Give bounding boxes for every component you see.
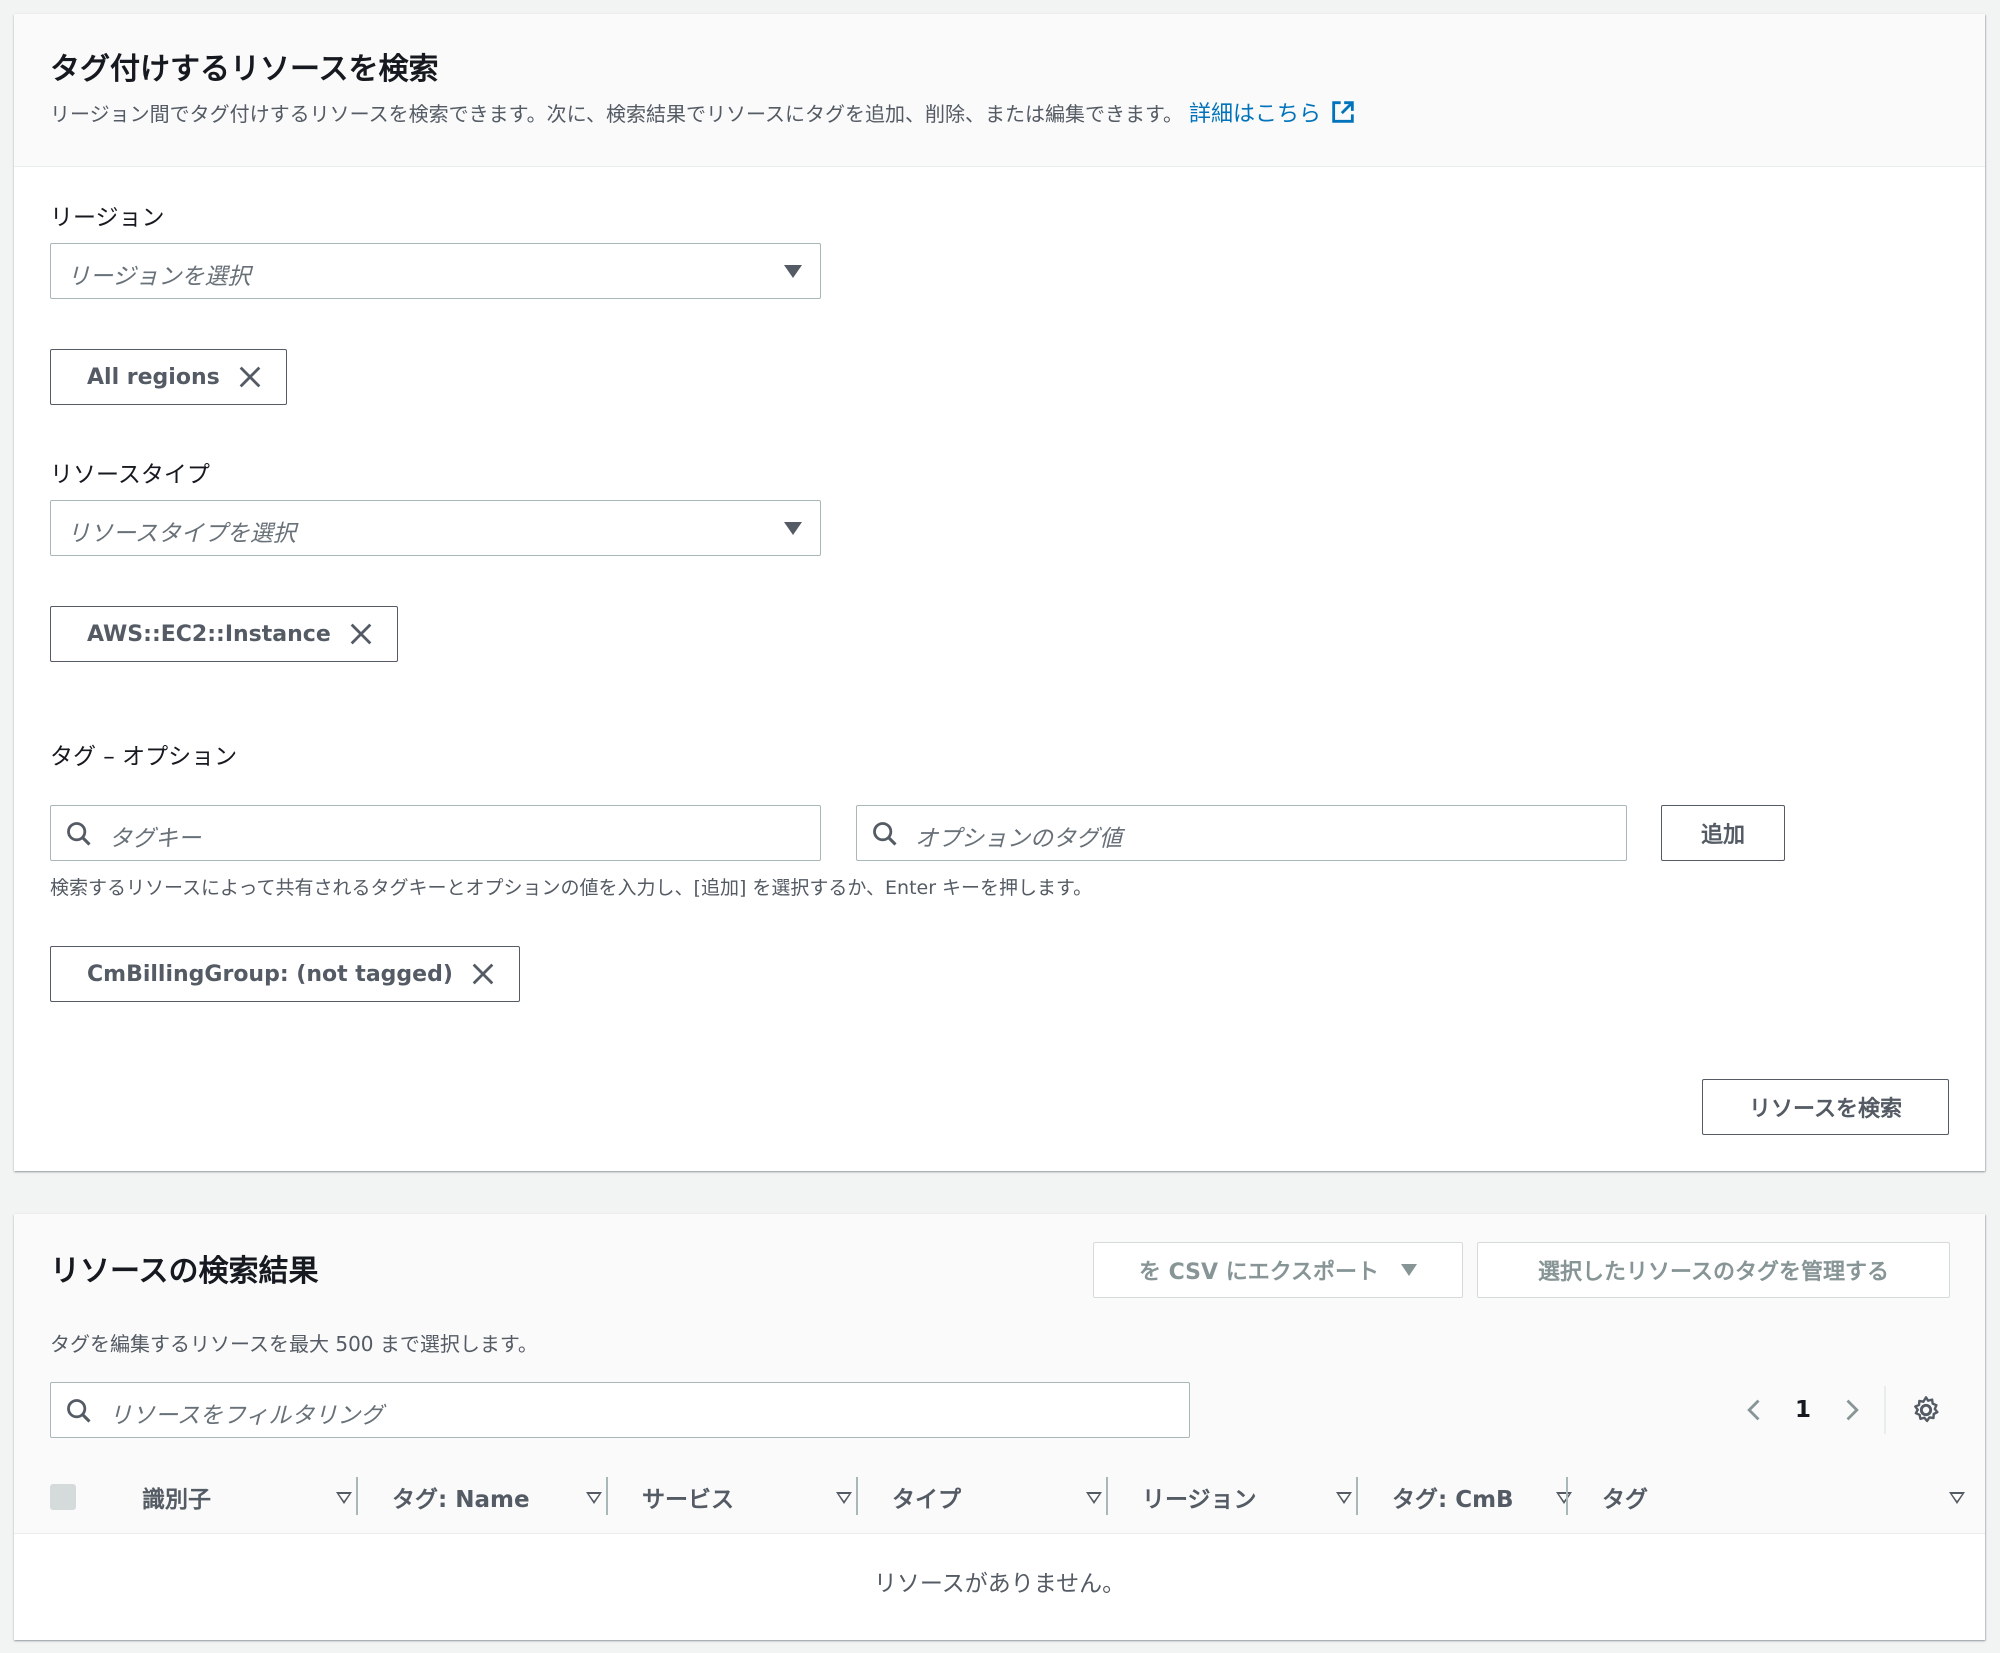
column-header-region[interactable]: リージョン <box>1142 1461 1366 1533</box>
caret-down-icon <box>1401 1264 1418 1276</box>
chevron-left-icon[interactable] <box>1741 1396 1769 1424</box>
column-header-type[interactable]: タイプ <box>892 1461 1116 1533</box>
results-panel-header: リソースの検索結果 を CSV にエクスポート 選択したリソースのタグを管理する… <box>14 1214 1985 1534</box>
column-label: タグ <box>1602 1487 1648 1513</box>
column-label: リージョン <box>1142 1487 1257 1513</box>
sort-icon <box>1949 1492 1965 1504</box>
search-icon <box>67 822 91 846</box>
column-label: サービス <box>642 1487 734 1513</box>
pagination: 1 <box>1741 1386 1865 1434</box>
close-icon[interactable] <box>236 363 264 391</box>
export-csv-button[interactable]: を CSV にエクスポート <box>1093 1242 1463 1298</box>
chevron-right-icon[interactable] <box>1837 1396 1865 1424</box>
column-header-service[interactable]: サービス <box>642 1461 866 1533</box>
manage-tags-button[interactable]: 選択したリソースのタグを管理する <box>1477 1242 1950 1298</box>
region-label: リージョン <box>50 205 165 231</box>
resource-type-select[interactable]: リソースタイプを選択 <box>50 500 821 556</box>
close-icon[interactable] <box>469 960 497 988</box>
results-table-header: 識別子 タグ: Name サービス タイプ リージョン タグ: CmB タグ <box>14 1461 1985 1533</box>
tag-token: CmBillingGroup: (not tagged) <box>50 946 520 1002</box>
gear-icon[interactable] <box>1910 1394 1942 1426</box>
search-panel-description: リージョン間でタグ付けするリソースを検索できます。次に、検索結果でリソースにタグ… <box>50 101 1183 126</box>
sort-icon <box>1086 1492 1102 1504</box>
search-panel-header: タグ付けするリソースを検索 リージョン間でタグ付けするリソースを検索できます。次… <box>14 14 1985 167</box>
column-divider <box>606 1477 608 1515</box>
select-all-checkbox[interactable] <box>50 1484 76 1510</box>
results-description: タグを編集するリソースを最大 500 まで選択します。 <box>50 1332 538 1356</box>
tag-token-label: CmBillingGroup: (not tagged) <box>87 961 453 987</box>
column-label: タグ: CmB <box>1392 1487 1514 1513</box>
pagination-divider <box>1884 1386 1886 1434</box>
tag-value-placeholder: オプションのタグ値 <box>915 826 1122 852</box>
tags-hint: 検索するリソースによって共有されるタグキーとオプションの値を入力し、[追加] を… <box>50 877 1093 899</box>
close-icon[interactable] <box>347 620 375 648</box>
resource-type-select-placeholder: リソースタイプを選択 <box>67 521 296 547</box>
empty-state-message: リソースがありません。 <box>873 1571 1126 1597</box>
column-label: タイプ <box>892 1487 961 1513</box>
add-tag-button[interactable]: 追加 <box>1661 805 1785 861</box>
tags-label: タグ – オプション <box>50 744 238 770</box>
caret-down-icon <box>784 265 802 278</box>
resource-type-token-label: AWS::EC2::Instance <box>87 621 331 647</box>
page-title: タグ付けするリソースを検索 <box>50 52 439 87</box>
search-panel-description-row: リージョン間でタグ付けするリソースを検索できます。次に、検索結果でリソースにタグ… <box>50 96 1357 128</box>
external-link-icon <box>1332 101 1354 123</box>
column-header-identifier[interactable]: 識別子 <box>142 1461 366 1533</box>
search-icon <box>873 822 897 846</box>
search-resources-button[interactable]: リソースを検索 <box>1702 1079 1949 1135</box>
caret-down-icon <box>784 522 802 535</box>
export-csv-label: を CSV にエクスポート <box>1138 1260 1380 1285</box>
tag-value-input[interactable]: オプションのタグ値 <box>856 805 1627 861</box>
region-select-placeholder: リージョンを選択 <box>67 264 251 290</box>
resource-filter-placeholder: リソースをフィルタリング <box>109 1403 384 1429</box>
column-divider <box>1356 1477 1358 1515</box>
learn-more-label: 詳細はこちら <box>1189 102 1322 127</box>
tag-key-placeholder: タグキー <box>109 826 201 852</box>
resource-type-label: リソースタイプ <box>50 462 210 488</box>
column-divider <box>1566 1477 1568 1515</box>
search-results-panel: リソースの検索結果 を CSV にエクスポート 選択したリソースのタグを管理する… <box>14 1214 1985 1640</box>
sort-icon <box>586 1492 602 1504</box>
tag-key-input[interactable]: タグキー <box>50 805 821 861</box>
column-divider <box>856 1477 858 1515</box>
column-header-tag[interactable]: タグ <box>1602 1461 1985 1533</box>
column-header-tag-name[interactable]: タグ: Name <box>392 1461 616 1533</box>
resource-filter-input[interactable]: リソースをフィルタリング <box>50 1382 1190 1438</box>
results-title: リソースの検索結果 <box>50 1254 319 1289</box>
learn-more-link[interactable]: 詳細はこちら <box>1189 96 1357 128</box>
column-label: 識別子 <box>142 1487 211 1513</box>
region-token-label: All regions <box>87 364 220 390</box>
search-icon <box>67 1399 91 1423</box>
current-page[interactable]: 1 <box>1795 1397 1811 1423</box>
region-select[interactable]: リージョンを選択 <box>50 243 821 299</box>
sort-icon <box>836 1492 852 1504</box>
sort-icon <box>1336 1492 1352 1504</box>
region-token: All regions <box>50 349 287 405</box>
search-resources-panel: タグ付けするリソースを検索 リージョン間でタグ付けするリソースを検索できます。次… <box>14 14 1985 1171</box>
sort-icon <box>336 1492 352 1504</box>
column-header-tag-cmb[interactable]: タグ: CmB <box>1392 1461 1586 1533</box>
column-label: タグ: Name <box>392 1487 530 1513</box>
resource-type-token: AWS::EC2::Instance <box>50 606 398 662</box>
column-divider <box>1106 1477 1108 1515</box>
sort-icon <box>1556 1492 1572 1504</box>
column-divider <box>356 1477 358 1515</box>
